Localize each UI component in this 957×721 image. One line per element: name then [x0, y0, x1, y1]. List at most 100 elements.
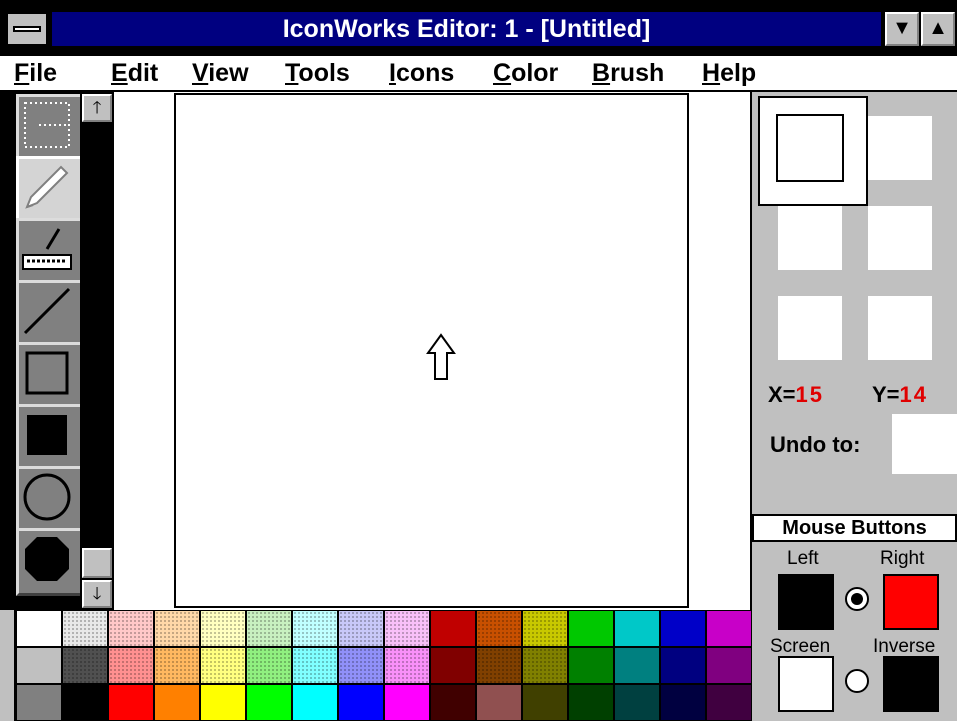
palette-color-swatch[interactable]: [200, 684, 246, 721]
hollow-rectangle-tool[interactable]: [16, 342, 84, 410]
undo-preview[interactable]: [892, 414, 957, 474]
palette-color-swatch[interactable]: [292, 647, 338, 684]
palette-color-swatch[interactable]: [338, 647, 384, 684]
palette-color-swatch[interactable]: [430, 610, 476, 647]
palette-color-swatch[interactable]: [338, 684, 384, 721]
palette-color-swatch[interactable]: [476, 684, 522, 721]
palette-color-swatch[interactable]: [522, 684, 568, 721]
palette-color-swatch[interactable]: [384, 610, 430, 647]
palette-color-swatch[interactable]: [660, 684, 706, 721]
palette-color-swatch[interactable]: [246, 610, 292, 647]
palette-color-swatch[interactable]: [154, 610, 200, 647]
menu-tools[interactable]: Tools: [285, 56, 350, 90]
ellipse-outline-icon: [23, 473, 71, 521]
palette-color-swatch[interactable]: [108, 647, 154, 684]
palette-color-swatch[interactable]: [338, 610, 384, 647]
screen-color[interactable]: [778, 656, 834, 712]
screen-inverse-radio[interactable]: [843, 667, 871, 695]
palette-color-swatch[interactable]: [154, 647, 200, 684]
icon-preview-slot[interactable]: [868, 296, 932, 360]
color-mode-radio-selected[interactable]: [843, 585, 871, 613]
palette-color-swatch[interactable]: [62, 610, 108, 647]
palette-color-swatch[interactable]: [200, 610, 246, 647]
x-coordinate: X=15: [768, 382, 825, 407]
icon-preview-slot[interactable]: [778, 296, 842, 360]
pencil-tool[interactable]: [16, 156, 84, 224]
right-button-color[interactable]: [883, 574, 939, 630]
fill-tool[interactable]: [16, 218, 84, 286]
palette-color-swatch[interactable]: [568, 684, 614, 721]
icon-preview-slot[interactable]: [868, 206, 932, 270]
palette-color-swatch[interactable]: [476, 647, 522, 684]
palette-color-swatch[interactable]: [246, 684, 292, 721]
icon-preview-slot[interactable]: [778, 206, 842, 270]
palette-color-swatch[interactable]: [706, 610, 752, 647]
rectangle-outline-icon: [25, 351, 69, 395]
y-coordinate-value: 14: [899, 382, 929, 407]
palette-color-swatch[interactable]: [384, 647, 430, 684]
palette-color-swatch[interactable]: [568, 610, 614, 647]
palette-color-swatch[interactable]: [706, 647, 752, 684]
inverse-label: Inverse: [873, 636, 936, 657]
screen-label: Screen: [770, 636, 831, 657]
paint-brush-fill-icon: [22, 228, 72, 270]
icon-preview-frame: [776, 114, 844, 182]
cursor-arrow-icon: [426, 333, 456, 380]
left-button-color[interactable]: [778, 574, 834, 630]
filled-ellipse-tool[interactable]: [16, 528, 84, 596]
maximize-button[interactable]: ▲: [921, 12, 955, 46]
palette-color-swatch[interactable]: [568, 647, 614, 684]
palette-color-swatch[interactable]: [200, 647, 246, 684]
palette-color-swatch[interactable]: [614, 684, 660, 721]
palette-color-swatch[interactable]: [522, 647, 568, 684]
palette-color-swatch[interactable]: [62, 647, 108, 684]
palette-color-swatch[interactable]: [476, 610, 522, 647]
menu-brush[interactable]: Brush: [592, 56, 664, 90]
palette-color-swatch[interactable]: [292, 684, 338, 721]
hollow-ellipse-tool[interactable]: [16, 466, 84, 534]
minimize-button[interactable]: ▼: [885, 12, 919, 46]
palette-color-swatch[interactable]: [522, 610, 568, 647]
palette-color-swatch[interactable]: [16, 684, 62, 721]
line-tool[interactable]: [16, 280, 84, 348]
palette-color-swatch[interactable]: [614, 647, 660, 684]
palette-color-swatch[interactable]: [108, 610, 154, 647]
palette-color-swatch[interactable]: [246, 647, 292, 684]
palette-color-swatch[interactable]: [16, 610, 62, 647]
palette-color-swatch[interactable]: [660, 610, 706, 647]
menu-color[interactable]: Color: [493, 56, 558, 90]
palette-color-swatch[interactable]: [292, 610, 338, 647]
icon-preview-selected[interactable]: [758, 96, 868, 206]
menu-file[interactable]: File: [14, 56, 57, 90]
mouse-buttons-header: Mouse Buttons: [752, 514, 957, 542]
scroll-up-button[interactable]: 🡑: [82, 94, 112, 122]
palette-color-swatch[interactable]: [62, 684, 108, 721]
x-coordinate-value: 15: [795, 382, 825, 407]
menu-help[interactable]: Help: [702, 56, 756, 90]
system-menu-button[interactable]: [6, 12, 48, 46]
icon-canvas[interactable]: [174, 93, 689, 608]
menu-view[interactable]: View: [192, 56, 249, 90]
menu-icons[interactable]: Icons: [389, 56, 454, 90]
palette-color-swatch[interactable]: [154, 684, 200, 721]
palette-color-swatch[interactable]: [614, 610, 660, 647]
undo-label: Undo to:: [770, 432, 861, 457]
right-button-label: Right: [880, 548, 925, 569]
palette-color-swatch[interactable]: [384, 684, 430, 721]
menu-edit[interactable]: Edit: [111, 56, 158, 90]
palette-color-swatch[interactable]: [16, 647, 62, 684]
scroll-down-button[interactable]: 🡓: [82, 580, 112, 608]
palette-color-swatch[interactable]: [108, 684, 154, 721]
dotted-rectangle-icon: [24, 102, 70, 148]
palette-color-swatch[interactable]: [430, 684, 476, 721]
tool-scrollbar[interactable]: [80, 92, 114, 610]
filled-rectangle-tool[interactable]: [16, 404, 84, 472]
palette-color-swatch[interactable]: [660, 647, 706, 684]
ellipse-filled-icon: [25, 537, 69, 581]
palette-color-swatch[interactable]: [706, 684, 752, 721]
icon-preview-slot[interactable]: [868, 116, 932, 180]
scroll-thumb[interactable]: [82, 548, 112, 578]
selection-tool[interactable]: [16, 94, 84, 162]
inverse-color[interactable]: [883, 656, 939, 712]
palette-color-swatch[interactable]: [430, 647, 476, 684]
